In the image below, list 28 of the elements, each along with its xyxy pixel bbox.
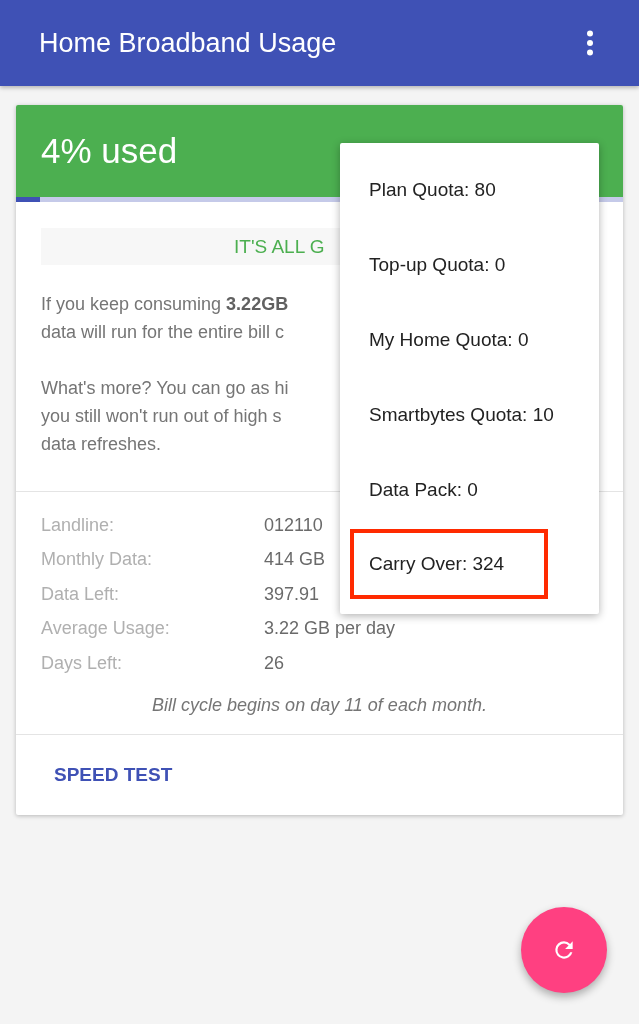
paragraph-line: data refreshes. [41,433,162,456]
menu-item[interactable]: Data Pack: 0 [350,454,497,525]
detail-label: Days Left: [41,652,124,674]
usage-headline: 4% used [41,131,178,171]
detail-value: 3.22 GB per day [264,618,396,640]
menu-item[interactable]: Smartbytes Quota: 10 [350,379,573,450]
detail-value: 414 GB [264,549,326,571]
paragraph-line: data will run for the entire bill c [41,321,285,344]
paragraph-line: you still won't run out of high s [41,405,282,428]
detail-value: 012110 [264,514,323,536]
menu-item[interactable]: Carry Over: 324 [350,529,549,600]
bill-cycle-note: Bill cycle begins on day 11 of each month. [151,694,488,716]
menu-item[interactable]: Top-up Quota: 0 [350,230,525,301]
refresh-button[interactable] [521,907,607,993]
more-icon[interactable] [586,30,594,56]
detail-label: Monthly Data: [41,549,154,571]
menu-item[interactable]: Plan Quota: 80 [350,155,515,226]
paragraph-line: What's more? You can go as hi [41,377,289,400]
detail-label: Average Usage: [41,618,171,640]
paragraph-line: If you keep consuming 3.22GB [41,293,289,316]
detail-label: Landline: [41,514,116,536]
detail-label: Data Left: [41,583,121,605]
status-text: IT'S ALL G [234,235,325,258]
app-title: Home Broadband Usage [39,27,337,59]
detail-value: 397.91 [264,583,320,605]
detail-value: 26 [264,652,285,674]
menu-item[interactable]: My Home Quota: 0 [350,305,548,375]
speed-test-button[interactable]: SPEED TEST [44,755,183,794]
